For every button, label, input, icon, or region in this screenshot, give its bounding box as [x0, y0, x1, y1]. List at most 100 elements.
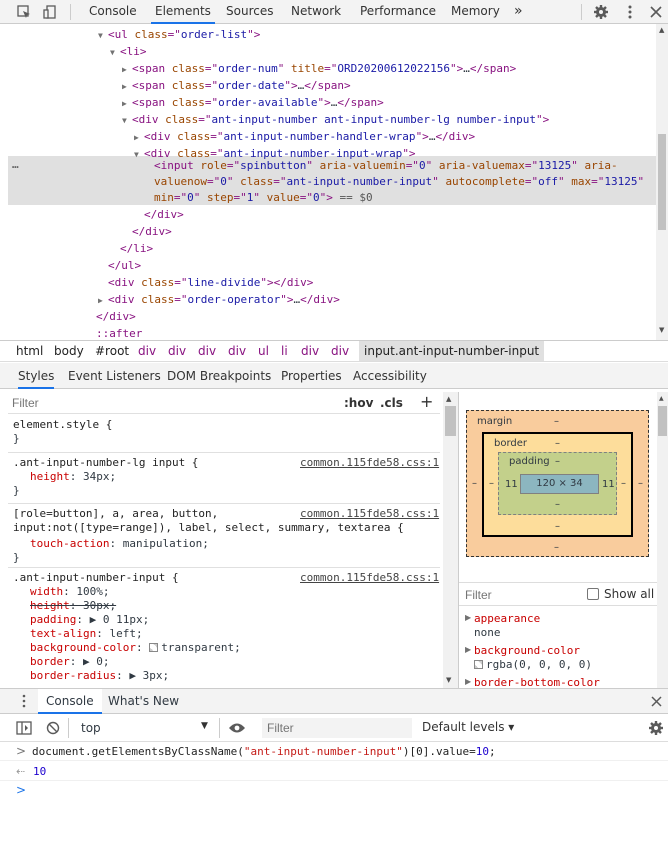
css-property-name[interactable]: height	[30, 599, 70, 612]
log-levels-dropdown[interactable]: Default levels ▾	[422, 720, 514, 734]
breadcrumb-item[interactable]: div	[138, 344, 156, 358]
dom-node[interactable]: </div>	[122, 223, 172, 240]
computed-property-name[interactable]: background-color	[474, 644, 580, 657]
border-bottom-value[interactable]: –	[555, 521, 560, 532]
expand-arrow-icon[interactable]: ▶	[465, 677, 471, 686]
breadcrumb-item[interactable]: div	[198, 344, 216, 358]
margin-top-value[interactable]: –	[554, 416, 559, 427]
css-property-name[interactable]: width	[30, 585, 63, 598]
color-swatch[interactable]	[474, 660, 483, 669]
css-declaration[interactable]: padding: ▶ 0 11px;	[30, 613, 149, 626]
tab-network[interactable]: Network	[287, 0, 345, 24]
console-prompt-input[interactable]	[32, 783, 652, 802]
selected-dom-line[interactable]: min="0" step="1" value="0"> == $0	[154, 189, 373, 206]
expand-arrow-icon[interactable]: ▶	[134, 129, 144, 146]
node-ellipsis-icon[interactable]: …	[12, 158, 19, 171]
css-property-value[interactable]: 100%;	[76, 585, 109, 598]
css-property-value[interactable]: ▶ 0;	[83, 655, 110, 668]
computed-scrollbar[interactable]	[657, 392, 668, 688]
expand-arrow-icon[interactable]: ▶	[465, 645, 471, 654]
new-style-rule-button[interactable]: +	[420, 392, 433, 411]
breadcrumb-item[interactable]: div	[168, 344, 186, 358]
css-property-value[interactable]: ▶ 3px;	[129, 669, 169, 682]
rule-source-link[interactable]: common.115fde58.css:1	[300, 507, 439, 520]
tab-memory[interactable]: Memory	[447, 0, 504, 24]
computed-property-name[interactable]: appearance	[474, 612, 540, 625]
more-tabs-button[interactable]: »	[510, 0, 527, 24]
tab-properties[interactable]: Properties	[281, 363, 342, 389]
console-settings-icon[interactable]	[648, 720, 664, 736]
console-filter-input[interactable]	[262, 718, 412, 738]
breadcrumb-item[interactable]: div	[331, 344, 349, 358]
expand-arrow-icon[interactable]: ▶	[122, 61, 132, 78]
dom-node[interactable]: ▶ <div class="ant-input-number-handler-wr…	[134, 128, 475, 145]
drawer-tab-console[interactable]: Console	[38, 689, 102, 714]
device-toolbar-icon[interactable]	[42, 4, 58, 20]
tab-console[interactable]: Console	[85, 0, 141, 24]
expand-arrow-icon[interactable]: ▶	[98, 292, 108, 309]
dom-node[interactable]: ▶ <span class="order-date">…</span>	[122, 77, 351, 94]
rule-selector-cont[interactable]: input:not([type=range]), label, select, …	[13, 521, 404, 534]
css-declaration[interactable]: height: 34px;	[30, 470, 116, 483]
computed-scroll-up-icon[interactable]: ▲	[659, 395, 664, 402]
color-swatch[interactable]	[149, 643, 159, 652]
expand-arrow-icon[interactable]: ▼	[98, 27, 108, 44]
css-declaration[interactable]: width: 100%;	[30, 585, 110, 598]
tab-event-listeners[interactable]: Event Listeners	[68, 363, 161, 389]
drawer-menu-icon[interactable]	[21, 694, 27, 708]
tab-performance[interactable]: Performance	[356, 0, 440, 24]
css-property-value[interactable]: ▶ 0 11px;	[90, 613, 150, 626]
cls-toggle[interactable]: .cls	[380, 396, 403, 410]
dom-node[interactable]: ▶ <span class="order-num" title="ORD20200…	[122, 60, 516, 77]
breadcrumb-item[interactable]: div	[228, 344, 246, 358]
breadcrumb-item[interactable]: li	[281, 344, 288, 358]
close-devtools-icon[interactable]	[648, 4, 664, 20]
expand-arrow-icon[interactable]: ▶	[465, 613, 471, 622]
expand-arrow-icon[interactable]: ▼	[134, 146, 144, 163]
tree-scroll-thumb[interactable]	[658, 134, 666, 230]
console-prompt-icon[interactable]: >	[16, 783, 26, 797]
css-property-name[interactable]: touch-action	[30, 537, 109, 550]
breadcrumb-item[interactable]: #root	[95, 344, 129, 358]
css-property-name[interactable]: border-radius	[30, 669, 116, 682]
padding-bottom-value[interactable]: –	[555, 499, 560, 510]
breadcrumb-item[interactable]: input.ant-input-number-input	[359, 341, 545, 361]
tab-elements[interactable]: Elements	[151, 0, 215, 24]
css-property-name[interactable]: height	[30, 470, 70, 483]
margin-left-value[interactable]: –	[472, 478, 477, 489]
dom-node[interactable]: </li>	[110, 240, 153, 257]
computed-scroll-thumb[interactable]	[658, 406, 667, 436]
show-all-checkbox[interactable]	[587, 588, 599, 600]
css-property-value[interactable]: left;	[109, 627, 142, 640]
computed-filter-input[interactable]	[465, 587, 575, 602]
tab-dom-breakpoints[interactable]: DOM Breakpoints	[167, 363, 271, 389]
dom-node[interactable]: </div>	[86, 308, 136, 325]
context-selector[interactable]: top ▼	[75, 717, 215, 738]
dom-node[interactable]: ▼ <li>	[110, 43, 147, 60]
close-drawer-icon[interactable]	[651, 696, 662, 707]
breadcrumb-item[interactable]: body	[54, 344, 84, 358]
dom-node[interactable]: </div>	[134, 206, 184, 223]
border-right-value[interactable]: –	[621, 478, 626, 489]
tab-sources[interactable]: Sources	[222, 0, 277, 24]
console-sidebar-icon[interactable]	[16, 721, 32, 735]
expand-arrow-icon[interactable]: ▼	[110, 44, 120, 61]
padding-left-value[interactable]: 11	[505, 479, 518, 490]
expand-arrow-icon[interactable]: ▶	[122, 95, 132, 112]
selected-dom-line[interactable]: valuenow="0" class="ant-input-number-inp…	[154, 173, 644, 190]
rule-source-link[interactable]: common.115fde58.css:1	[300, 571, 439, 584]
padding-right-value[interactable]: 11	[602, 479, 615, 490]
border-top-value[interactable]: –	[555, 438, 560, 449]
breadcrumb-item[interactable]: ul	[258, 344, 269, 358]
hov-toggle[interactable]: :hov	[344, 396, 373, 410]
dom-node[interactable]: ▼ <ul class="order-list">	[98, 26, 260, 43]
tab-accessibility[interactable]: Accessibility	[353, 363, 427, 389]
dom-node[interactable]: ▼ <div class="ant-input-number ant-input-…	[122, 111, 549, 128]
css-property-value[interactable]: 34px;	[83, 470, 116, 483]
css-property-value[interactable]: manipulation;	[123, 537, 209, 550]
margin-bottom-value[interactable]: –	[554, 542, 559, 553]
border-left-value[interactable]: –	[489, 478, 494, 489]
box-model-content[interactable]: 120 × 34	[520, 474, 599, 494]
dom-node[interactable]: ▶ <span class="order-available">…</span>	[122, 94, 384, 111]
css-property-name[interactable]: background-color	[30, 641, 136, 654]
